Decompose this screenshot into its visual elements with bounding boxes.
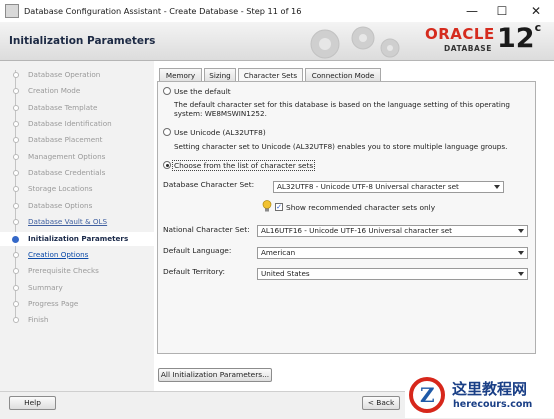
watermark: Z 这里教程网 herecours.com xyxy=(405,374,554,418)
chevron-down-icon xyxy=(494,185,500,189)
use-default-label[interactable]: Use the default xyxy=(174,87,231,96)
default-territory-select[interactable]: United States xyxy=(257,268,528,280)
use-unicode-radio[interactable] xyxy=(163,128,171,136)
step-marker-icon xyxy=(13,202,19,209)
default-territory-label: Default Territory: xyxy=(163,267,225,276)
step-item-finish: Finish xyxy=(0,313,154,327)
db-charset-value: AL32UTF8 - Unicode UTF-8 Universal chara… xyxy=(277,182,459,191)
back-button[interactable]: < Back xyxy=(362,396,400,410)
step-label: Finish xyxy=(28,315,49,325)
step-item-prerequisite-checks: Prerequisite Checks xyxy=(0,264,154,278)
step-label: Creation Options xyxy=(28,249,89,259)
default-territory-value: United States xyxy=(261,269,310,278)
step-marker-icon xyxy=(12,235,19,243)
choose-list-label[interactable]: Choose from the list of character sets xyxy=(172,160,316,171)
step-label: Storage Locations xyxy=(28,184,93,194)
step-label: Database Credentials xyxy=(28,168,106,178)
show-recommended-checkbox[interactable]: ✓ xyxy=(275,203,283,211)
step-marker-icon xyxy=(13,300,19,307)
step-label: Management Options xyxy=(28,151,106,161)
step-marker-icon xyxy=(13,153,19,160)
tab-connection-mode[interactable]: Connection Mode xyxy=(305,68,381,81)
default-language-value: American xyxy=(261,248,296,257)
step-item-database-vault-ols[interactable]: Database Vault & OLS xyxy=(0,215,154,229)
all-init-params-button[interactable]: All Initialization Parameters... xyxy=(158,368,272,382)
step-label: Prerequisite Checks xyxy=(28,266,99,276)
watermark-url: herecours.com xyxy=(453,399,533,410)
default-language-label: Default Language: xyxy=(163,246,232,255)
step-label: Database Operation xyxy=(28,70,101,79)
step-item-database-template: Database Template xyxy=(0,101,154,115)
minimize-button[interactable]: — xyxy=(457,2,487,20)
page-header: Initialization Parameters ORACLE DATABAS… xyxy=(0,22,554,61)
page-title: Initialization Parameters xyxy=(9,35,156,47)
national-charset-select[interactable]: AL16UTF16 - Unicode UTF-16 Universal cha… xyxy=(257,225,528,237)
step-label: Database Vault & OLS xyxy=(28,217,108,227)
step-item-initialization-parameters: Initialization Parameters xyxy=(0,231,154,246)
tab-sizing[interactable]: Sizing xyxy=(204,68,236,81)
step-label: Creation Mode xyxy=(28,86,81,96)
oracle-version-logo: 12c xyxy=(497,22,542,54)
step-item-database-options: Database Options xyxy=(0,199,154,213)
character-sets-panel xyxy=(157,81,536,354)
step-item-summary: Summary xyxy=(0,281,154,295)
default-language-select[interactable]: American xyxy=(257,247,528,259)
hint-lightbulb-icon[interactable] xyxy=(262,200,272,212)
choose-list-radio[interactable] xyxy=(163,161,171,169)
gears-decoration-icon xyxy=(310,26,400,59)
step-marker-icon xyxy=(13,186,19,193)
national-charset-value: AL16UTF16 - Unicode UTF-16 Universal cha… xyxy=(261,226,452,235)
step-label: Database Placement xyxy=(28,135,103,145)
use-default-description: The default character set for this datab… xyxy=(174,100,510,118)
close-button[interactable]: ✕ xyxy=(521,2,551,20)
step-marker-icon xyxy=(13,284,19,291)
show-recommended-label[interactable]: Show recommended character sets only xyxy=(286,203,435,212)
step-marker-icon xyxy=(13,170,19,177)
step-item-creation-mode: Creation Mode xyxy=(0,84,154,98)
tab-memory[interactable]: Memory xyxy=(159,68,202,81)
step-label: Database Options xyxy=(28,200,93,210)
window-title: Database Configuration Assistant - Creat… xyxy=(24,6,302,16)
watermark-logo-icon: Z xyxy=(409,377,445,413)
title-bar: Database Configuration Assistant - Creat… xyxy=(0,0,554,23)
step-item-creation-options[interactable]: Creation Options xyxy=(0,248,154,262)
oracle-logo: ORACLE xyxy=(425,25,495,43)
oracle-logo-database: DATABASE xyxy=(444,44,492,53)
step-label: Initialization Parameters xyxy=(28,233,129,243)
step-label: Summary xyxy=(28,282,63,292)
step-item-database-identification: Database Identification xyxy=(0,117,154,131)
step-item-database-credentials: Database Credentials xyxy=(0,166,154,180)
db-charset-label: Database Character Set: xyxy=(163,180,255,189)
step-label: Database Identification xyxy=(28,119,112,129)
step-marker-icon xyxy=(13,104,19,111)
step-item-database-placement: Database Placement xyxy=(0,133,154,147)
chevron-down-icon xyxy=(518,272,524,276)
step-marker-icon xyxy=(13,121,19,128)
help-button[interactable]: Help xyxy=(9,396,56,410)
step-marker-icon xyxy=(13,268,19,275)
step-label: Progress Page xyxy=(28,298,79,308)
app-icon xyxy=(5,4,19,18)
national-charset-label: National Character Set: xyxy=(163,225,250,234)
use-default-radio[interactable] xyxy=(163,87,171,95)
step-item-management-options: Management Options xyxy=(0,150,154,164)
db-charset-select[interactable]: AL32UTF8 - Unicode UTF-8 Universal chara… xyxy=(273,181,504,193)
step-marker-icon xyxy=(13,88,19,95)
step-item-progress-page: Progress Page xyxy=(0,297,154,311)
chevron-down-icon xyxy=(518,229,524,233)
step-item-storage-locations: Storage Locations xyxy=(0,182,154,196)
step-marker-icon xyxy=(13,317,19,324)
use-unicode-label[interactable]: Use Unicode (AL32UTF8) xyxy=(174,128,266,137)
step-marker-icon xyxy=(13,219,19,226)
watermark-text: 这里教程网 xyxy=(452,380,528,398)
step-marker-icon xyxy=(13,251,19,258)
maximize-button[interactable]: ☐ xyxy=(487,2,517,20)
chevron-down-icon xyxy=(518,251,524,255)
step-item-database-operation: Database Operation xyxy=(0,68,154,82)
step-label: Database Template xyxy=(28,102,98,112)
tab-character-sets[interactable]: Character Sets xyxy=(238,68,303,82)
step-marker-icon xyxy=(13,72,19,78)
step-marker-icon xyxy=(13,137,19,144)
use-unicode-description: Setting character set to Unicode (AL32UT… xyxy=(174,142,508,151)
